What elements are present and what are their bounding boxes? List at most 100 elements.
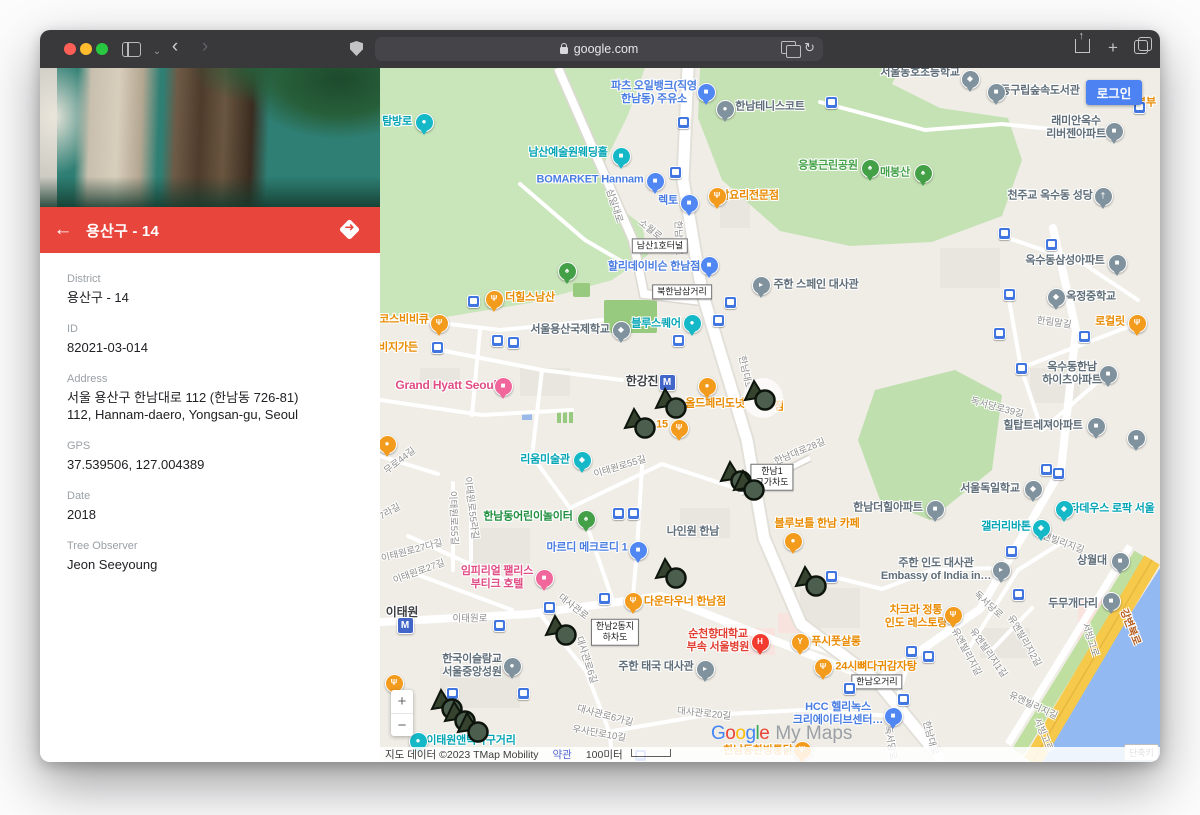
poi-pin-hotel-icon[interactable]: ■ [612,147,631,166]
poi-pin-hosp-icon[interactable]: H [751,633,770,652]
map-label[interactable]: 블루스퀘어 [631,318,681,331]
bus-stop-icon[interactable] [712,314,725,327]
poi-pin-emb-icon[interactable]: ▸ [992,561,1011,580]
map-label[interactable]: 서울독일학교 [960,483,1020,496]
poi-pin-hotel-icon[interactable]: ■ [535,569,554,588]
subway-station-icon[interactable]: M [397,617,414,634]
poi-pin-food-icon[interactable]: Ψ [430,314,449,333]
poi-pin-apt-icon[interactable]: ■ [926,500,945,519]
bus-stop-icon[interactable] [467,295,480,308]
tree-marker-icon[interactable] [456,711,492,745]
poi-pin-tree-icon[interactable]: ♠ [914,164,933,183]
map-label[interactable]: 응봉근린공원 [798,160,858,173]
poi-pin-shop-icon[interactable]: ■ [884,707,903,726]
bus-stop-icon[interactable] [431,341,444,354]
url-bar[interactable]: google.com ↻ [375,37,823,61]
map-label[interactable]: 한국이슬람교 서울중앙성원 [442,653,502,679]
share-icon[interactable] [1075,39,1090,53]
bus-stop-icon[interactable] [1012,588,1025,601]
map-label[interactable]: 탐방로 [382,116,412,129]
terms-link[interactable]: 약관 [553,747,572,762]
poi-pin-apt-icon[interactable]: ■ [1127,429,1146,448]
poi-pin-museum-icon[interactable]: ◆ [1055,500,1074,519]
map-label[interactable]: 매봉산 [880,167,910,180]
forward-icon[interactable]: › [194,36,216,58]
map-label[interactable]: 서울용산국제학교 [530,324,609,337]
map-label[interactable]: 24시뼈다귀감자탕 [835,661,916,674]
bus-stop-icon[interactable] [1040,463,1053,476]
tree-marker-icon[interactable] [732,469,768,503]
poi-pin-food-icon[interactable]: Ψ [944,606,963,625]
poi-pin-tree-icon[interactable]: ♠ [558,262,577,281]
map-label[interactable]: 한강진 [626,374,659,388]
poi-pin-shop-icon[interactable]: ■ [700,256,719,275]
map-label[interactable]: 타데우스 로팍 서울 [1069,503,1154,516]
map-label[interactable]: 임피리얼 팰리스 부티크 호텔 [461,565,533,591]
bus-stop-icon[interactable] [677,116,690,129]
bus-stop-icon[interactable] [1005,545,1018,558]
tree-marker-icon[interactable] [743,379,779,413]
bus-stop-icon[interactable] [922,650,935,663]
poi-pin-bar-icon[interactable]: Y [791,633,810,652]
map-label[interactable]: Grand Hyatt Seoul [395,378,496,392]
map-label[interactable]: 한남테니스코트 [735,101,804,114]
sidebar-icon[interactable] [122,42,141,57]
poi-pin-cafe-icon[interactable]: ● [698,377,717,396]
shield-icon[interactable] [350,41,363,56]
poi-pin-dot-icon[interactable]: ● [716,100,735,119]
map-label[interactable]: 래미안옥수 리버젠아파트 [1046,115,1106,141]
poi-pin-food-icon[interactable]: Ψ [708,187,727,206]
zoom-out-button[interactable]: − [391,714,413,737]
poi-pin-tree-icon[interactable]: ♠ [861,159,880,178]
map-label[interactable]: 할리데이비슨 한남점 [608,261,700,274]
tree-marker-icon[interactable] [544,614,580,648]
tree-marker-icon[interactable] [654,557,690,591]
tree-photo[interactable] [40,68,380,207]
poi-pin-hotel-icon[interactable]: ■ [494,377,513,396]
bus-stop-icon[interactable] [672,334,685,347]
map-label[interactable]: 리움미술관 [520,454,570,467]
poi-pin-dot-icon[interactable]: ● [503,657,522,676]
map-label[interactable]: 코스비비큐 [380,314,429,327]
poi-pin-food-icon[interactable]: Ψ [814,658,833,677]
bus-stop-icon[interactable] [843,682,856,695]
map-label[interactable]: 힐탑트레져아파트 [1003,420,1082,433]
map-label[interactable]: 서울동호초등학교 [880,68,959,79]
poi-pin-emb-icon[interactable]: ▸ [696,660,715,679]
poi-pin-emb-icon[interactable]: ▸ [752,276,771,295]
bus-stop-icon[interactable] [493,619,506,632]
bus-stop-icon[interactable] [998,227,1011,240]
translate-icon[interactable] [781,41,796,54]
map-label[interactable]: 옥수동삼성아파트 [1025,255,1104,268]
map-label[interactable]: 비지가든 [380,342,418,355]
tree-marker-icon[interactable] [654,387,690,421]
poi-pin-museum-icon[interactable]: ◆ [573,451,592,470]
poi-pin-church-icon[interactable]: † [1094,187,1113,206]
poi-pin-book-icon[interactable]: ■ [987,83,1006,102]
map-label[interactable]: 나인원 한남 [667,526,719,539]
map-label[interactable]: 남산예술원웨딩홀 [528,147,607,160]
bus-stop-icon[interactable] [543,601,556,614]
login-button[interactable]: 로그인 [1086,80,1142,105]
poi-pin-apt-icon[interactable]: ■ [1111,552,1130,571]
bus-stop-icon[interactable] [825,96,838,109]
reload-icon[interactable]: ↻ [804,42,815,53]
poi-pin-food-icon[interactable]: Ψ [670,419,689,438]
map-label[interactable]: 올드페리도넛 [685,398,745,411]
poi-pin-apt-icon[interactable]: ■ [1099,365,1118,384]
bus-stop-icon[interactable] [905,645,918,658]
bus-stop-icon[interactable] [517,687,530,700]
map-label[interactable]: 렉토 [658,195,678,208]
bus-stop-icon[interactable] [897,693,910,706]
close-button[interactable] [64,43,76,55]
poi-pin-food-icon[interactable]: Ψ [485,290,504,309]
fullscreen-button[interactable] [96,43,108,55]
directions-button[interactable]: ➜ [339,219,360,240]
poi-pin-shop-icon[interactable]: ■ [629,541,648,560]
map-label[interactable]: 다운타우너 한남점 [644,596,726,609]
zoom-in-button[interactable]: + [391,690,413,714]
map-label[interactable]: BOMARKET Hannam [536,174,643,187]
map-label[interactable]: 차크라 정통 인도 레스토랑 [885,604,947,630]
tabs-icon[interactable] [1134,40,1148,54]
bus-stop-icon[interactable] [724,296,737,309]
